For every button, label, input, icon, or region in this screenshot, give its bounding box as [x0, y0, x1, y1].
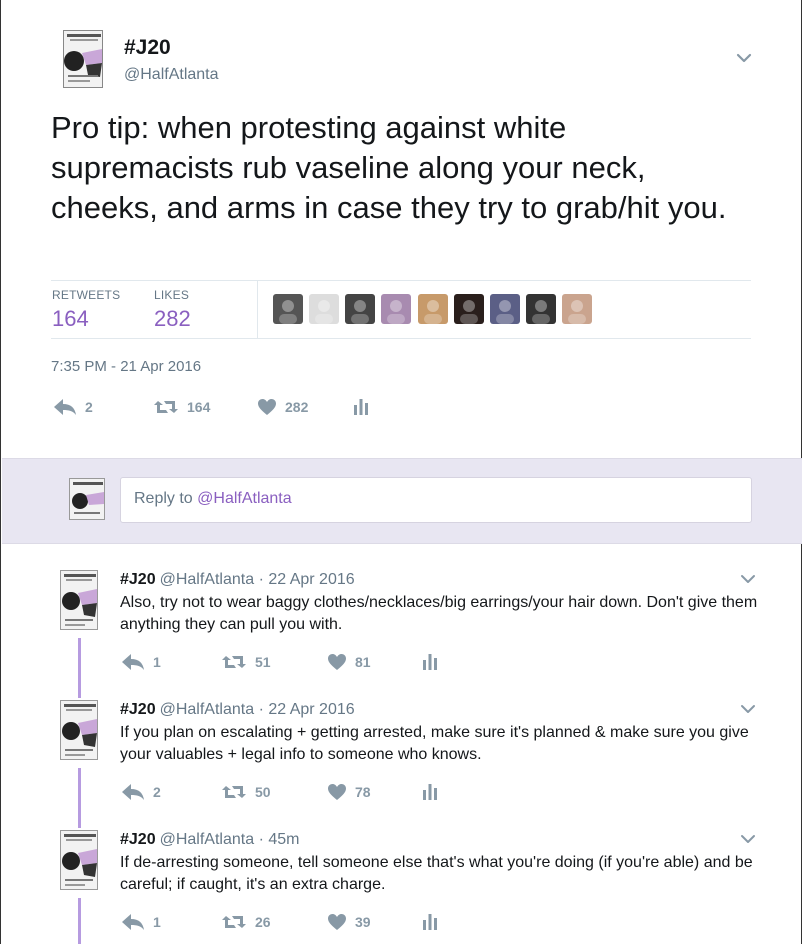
- avatar[interactable]: [60, 570, 98, 630]
- analytics-button[interactable]: [422, 783, 438, 801]
- analytics-icon: [423, 784, 437, 800]
- retweet-icon: [222, 656, 246, 668]
- retweet-icon: [154, 401, 178, 413]
- retweet-button[interactable]: 50: [221, 783, 271, 801]
- analytics-button[interactable]: [422, 653, 438, 671]
- handle[interactable]: @HalfAtlanta: [124, 66, 219, 84]
- heart-icon: [328, 914, 346, 930]
- display-name[interactable]: #J20: [120, 831, 156, 848]
- avatar[interactable]: [60, 700, 98, 760]
- retweet-count: 164: [187, 399, 211, 415]
- analytics-icon: [354, 399, 368, 415]
- reply-button[interactable]: 1: [121, 913, 161, 931]
- retweet-button[interactable]: 164: [153, 398, 210, 416]
- like-count: 282: [285, 399, 309, 415]
- timestamp[interactable]: · 22 Apr 2016: [259, 701, 355, 718]
- retweet-count: 26: [255, 914, 271, 930]
- reply-icon: [122, 654, 144, 670]
- handle[interactable]: @HalfAtlanta: [160, 701, 255, 718]
- analytics-button[interactable]: [422, 913, 438, 931]
- analytics-icon: [423, 914, 437, 930]
- likes-count[interactable]: 282: [154, 306, 191, 332]
- retweet-button[interactable]: 26: [221, 913, 271, 931]
- heart-icon: [258, 399, 276, 415]
- liker-avatar[interactable]: [418, 294, 448, 324]
- avatar[interactable]: [60, 830, 98, 890]
- timestamp[interactable]: · 45m: [259, 831, 300, 848]
- timestamp[interactable]: · 22 Apr 2016: [259, 571, 355, 588]
- tweet-page: #J20 @HalfAtlanta Pro tip: when protesti…: [0, 0, 802, 944]
- chevron-down-icon[interactable]: [739, 830, 757, 848]
- reply-input[interactable]: Reply to @HalfAtlanta: [120, 477, 752, 523]
- retweet-count: 51: [255, 654, 271, 670]
- handle[interactable]: @HalfAtlanta: [160, 571, 255, 588]
- retweet-icon: [222, 786, 246, 798]
- liker-avatar[interactable]: [273, 294, 303, 324]
- reply-count: 2: [85, 399, 93, 415]
- reply-icon: [54, 399, 76, 415]
- display-name[interactable]: #J20: [120, 701, 156, 718]
- liker-avatar[interactable]: [490, 294, 520, 324]
- retweet-count: 50: [255, 784, 271, 800]
- thread-connector: [78, 898, 81, 944]
- like-button[interactable]: 81: [327, 653, 371, 671]
- timestamp[interactable]: 7:35 PM - 21 Apr 2016: [51, 358, 201, 375]
- liker-avatar[interactable]: [454, 294, 484, 324]
- reply-mention: @HalfAtlanta: [197, 490, 292, 507]
- analytics-icon: [423, 654, 437, 670]
- like-count: 81: [355, 654, 371, 670]
- tweet-header: #J20 @HalfAtlanta · 22 Apr 2016: [120, 701, 355, 719]
- like-button[interactable]: 39: [327, 913, 371, 931]
- tweet-text: Pro tip: when protesting against white s…: [51, 110, 727, 225]
- thread-connector: [78, 638, 81, 698]
- divider: [51, 280, 751, 281]
- liker-avatar[interactable]: [345, 294, 375, 324]
- liker-avatar[interactable]: [381, 294, 411, 324]
- tweet-header: #J20 @HalfAtlanta · 45m: [120, 831, 299, 849]
- heart-icon: [328, 654, 346, 670]
- reply-count: 1: [153, 914, 161, 930]
- like-button[interactable]: 78: [327, 783, 371, 801]
- retweets-count[interactable]: 164: [52, 306, 89, 332]
- thread-connector: [78, 768, 81, 828]
- tweet-text: If de-arresting someone, tell someone el…: [120, 854, 753, 893]
- user-avatar: [69, 478, 105, 520]
- tweet-header: #J20 @HalfAtlanta · 22 Apr 2016: [120, 571, 355, 589]
- divider: [51, 338, 751, 339]
- chevron-down-icon[interactable]: [734, 48, 754, 68]
- analytics-button[interactable]: [353, 398, 369, 416]
- reply-prefix: Reply to: [134, 490, 198, 507]
- retweets-label: RETWEETS: [52, 288, 121, 302]
- reply-icon: [122, 914, 144, 930]
- reply-button[interactable]: 2: [53, 398, 93, 416]
- chevron-down-icon[interactable]: [739, 570, 757, 588]
- like-count: 78: [355, 784, 371, 800]
- display-name[interactable]: #J20: [124, 36, 171, 60]
- heart-icon: [328, 784, 346, 800]
- like-button[interactable]: 282: [257, 398, 308, 416]
- reply-button[interactable]: 1: [121, 653, 161, 671]
- avatar[interactable]: [63, 30, 103, 88]
- handle[interactable]: @HalfAtlanta: [160, 831, 255, 848]
- retweet-icon: [222, 916, 246, 928]
- likes-label: LIKES: [154, 288, 190, 302]
- tweet-text: Also, try not to wear baggy clothes/neck…: [120, 594, 758, 633]
- liker-avatar[interactable]: [309, 294, 339, 324]
- liker-avatar[interactable]: [562, 294, 592, 324]
- divider: [257, 281, 258, 338]
- reply-count: 2: [153, 784, 161, 800]
- chevron-down-icon[interactable]: [739, 700, 757, 718]
- display-name[interactable]: #J20: [120, 571, 156, 588]
- reply-button[interactable]: 2: [121, 783, 161, 801]
- tweet-text: If you plan on escalating + getting arre…: [120, 724, 749, 763]
- liker-avatar[interactable]: [526, 294, 556, 324]
- like-count: 39: [355, 914, 371, 930]
- reply-icon: [122, 784, 144, 800]
- retweet-button[interactable]: 51: [221, 653, 271, 671]
- reply-count: 1: [153, 654, 161, 670]
